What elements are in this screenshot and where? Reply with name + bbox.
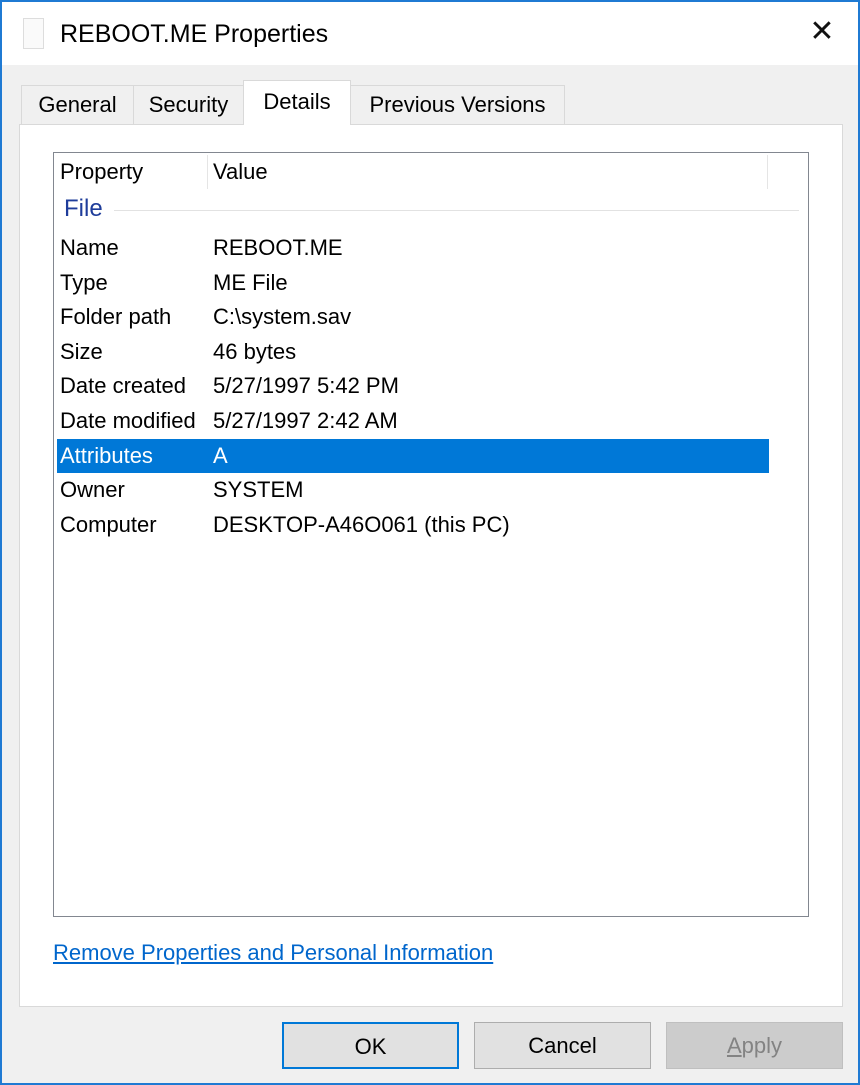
list-row[interactable]: Name REBOOT.ME [57,231,769,265]
property-value: DESKTOP-A46O061 (this PC) [213,511,510,537]
tab-security[interactable]: Security [133,85,244,124]
property-name: Type [60,269,108,295]
ok-button[interactable]: OK [282,1022,459,1069]
file-icon [23,18,44,49]
property-name: Attributes [60,442,153,468]
property-name: Name [60,235,119,260]
property-value: REBOOT.ME [213,235,343,260]
property-value: SYSTEM [213,477,304,503]
remove-properties-link[interactable]: Remove Properties and Personal Informati… [53,940,493,966]
cancel-button[interactable]: Cancel [474,1022,651,1069]
property-name: Date created [60,373,186,399]
column-header-value[interactable]: Value [207,153,767,191]
property-name: Date modified [60,408,196,433]
tab-details[interactable]: Details [243,80,351,125]
property-value: 5/27/1997 2:42 AM [213,408,398,433]
close-button[interactable]: ✕ [802,12,842,52]
column-header-property[interactable]: Property [54,153,207,191]
details-panel: Property Value File Name REBOOT.ME Type ME … [19,124,843,1007]
property-value: C:\system.sav [213,304,352,330]
title-bar: REBOOT.ME Properties ✕ [2,2,858,65]
apply-label: Apply [726,1033,783,1058]
property-name: Owner [60,477,125,503]
tab-general[interactable]: General [21,85,134,124]
apply-button[interactable]: Apply [666,1022,843,1069]
group-header-file: File [64,195,103,222]
group-divider [114,210,799,211]
property-name: Folder path [60,304,172,330]
property-value: 46 bytes [213,338,297,364]
properties-list[interactable]: Property Value File Name REBOOT.ME Type ME … [53,152,809,917]
list-row[interactable]: Type ME File [57,266,769,300]
property-name: Size [60,338,103,364]
list-row[interactable]: Owner SYSTEM [57,473,769,507]
property-value: A [213,442,228,468]
property-value: ME File [213,269,288,295]
list-row[interactable]: Size 46 bytes [57,335,769,369]
list-row[interactable]: Date created 5/27/1997 5:42 PM [57,369,769,403]
properties-dialog: REBOOT.ME Properties ✕ General Security … [0,0,860,1085]
property-name: Computer [60,511,157,537]
window-title: REBOOT.ME Properties [60,20,329,48]
list-row[interactable]: Folder path C:\system.sav [57,300,769,334]
property-value: 5/27/1997 5:42 PM [213,373,399,399]
list-row[interactable]: Attributes A [57,438,769,473]
list-row[interactable]: Computer DESKTOP-A46O061 (this PC) [57,508,769,542]
tab-previous-versions[interactable]: Previous Versions [350,85,565,124]
column-divider[interactable] [767,155,768,189]
list-row[interactable]: Date modified 5/27/1997 2:42 AM [57,404,769,438]
